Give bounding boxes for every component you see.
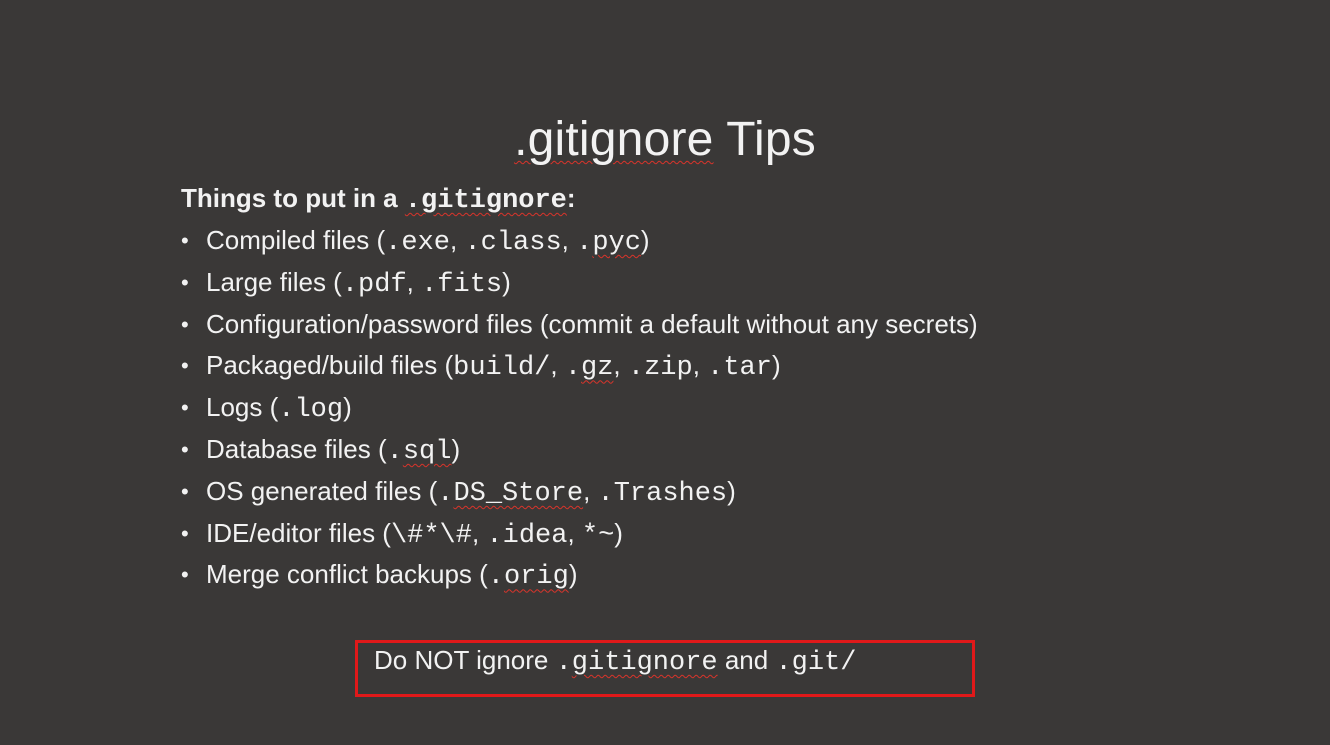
bullet-list: • Compiled files (.exe, .class, .pyc) • Lar…	[181, 220, 1181, 596]
bullet-icon: •	[181, 395, 189, 421]
code-text: .	[564, 353, 582, 384]
item-text: )	[614, 517, 623, 548]
bullet-icon: •	[181, 353, 189, 379]
item-text: )	[771, 350, 781, 381]
code-text: .	[487, 562, 504, 593]
item-text: )	[568, 559, 578, 590]
code-text: .log	[278, 395, 344, 426]
bullet-icon: •	[181, 478, 189, 504]
code-text: build/	[453, 353, 551, 384]
item-text: ,	[550, 350, 565, 381]
code-text: .fits	[421, 269, 503, 300]
list-heading: Things to put in a .gitignore:	[181, 178, 1181, 220]
list-item: • Large files (.pdf, .fits)	[181, 262, 1181, 304]
item-text: ,	[567, 517, 582, 548]
callout-box: Do NOT ignore .gitignore and .git/	[355, 640, 975, 697]
item-text: IDE/editor files (	[206, 517, 391, 548]
item-text: ,	[692, 350, 708, 381]
callout-code1-dot: .	[555, 648, 572, 678]
bullet-icon: •	[181, 269, 189, 295]
item-text: )	[502, 266, 511, 297]
list-item: • OS generated files (.DS_Store, .Trashes…	[181, 471, 1181, 513]
bullet-icon: •	[181, 228, 189, 253]
slide-title: .gitignore Tips	[0, 110, 1330, 170]
list-item: • Compiled files (.exe, .class, .pyc)	[181, 220, 1181, 262]
code-text: .pdf	[341, 269, 407, 300]
item-text: Database files (	[206, 433, 387, 464]
bullet-icon: •	[181, 520, 189, 546]
heading-code: .gitignore	[404, 186, 567, 216]
code-text: .exe	[385, 228, 450, 258]
callout-text: Do NOT ignore .gitignore and .git/	[374, 643, 856, 680]
item-text: ,	[471, 517, 487, 548]
code-text: *~	[581, 520, 615, 551]
item-text: )	[343, 392, 352, 423]
callout-code1-word: gitignore	[571, 648, 718, 678]
code-text: .	[437, 478, 454, 509]
code-text: .tar	[707, 353, 772, 384]
item-text: Large files (	[206, 266, 342, 297]
item-text: ,	[561, 225, 577, 255]
list-item: • Logs (.log)	[181, 387, 1181, 429]
item-text: Configuration/password files (commit a d…	[206, 308, 978, 339]
item-text: )	[727, 475, 736, 506]
item-text: Logs (	[206, 392, 279, 423]
callout-middle: and	[717, 645, 776, 675]
item-text: )	[451, 433, 461, 464]
title-rest: Tips	[713, 113, 816, 167]
list-item: • IDE/editor files (\#*\#, .idea, *~)	[181, 513, 1181, 555]
code-text: pyc	[592, 228, 641, 258]
code-text: .	[576, 228, 593, 258]
item-text: Compiled files (	[206, 225, 386, 255]
code-text: .	[386, 436, 403, 467]
bullet-icon: •	[181, 311, 189, 337]
code-text: DS_Store	[453, 478, 584, 509]
item-text: Packaged/build files (	[206, 350, 454, 381]
code-text: \#*\#	[390, 520, 472, 551]
bullet-icon: •	[181, 562, 189, 588]
callout-prefix: Do NOT ignore	[374, 645, 556, 675]
list-item: • Configuration/password files (commit a …	[181, 304, 1181, 346]
code-text: gz	[581, 353, 614, 384]
item-text: )	[640, 225, 650, 255]
code-text: sql	[402, 436, 452, 467]
list-item: • Merge conflict backups (.orig)	[181, 554, 1181, 596]
item-text: ,	[583, 475, 598, 506]
list-item: • Packaged/build files (build/, .gz, .zip…	[181, 345, 1181, 387]
code-text: .class	[464, 228, 562, 258]
item-text: ,	[449, 225, 465, 255]
heading-suffix: :	[566, 183, 576, 213]
heading-text: Things to put in a	[181, 183, 405, 213]
item-text: Merge conflict backups (	[206, 559, 488, 590]
slide-body: Things to put in a .gitignore: • Compiled…	[181, 178, 1181, 596]
code-text: orig	[504, 562, 569, 593]
bullet-icon: •	[181, 436, 189, 462]
code-text: .idea	[486, 520, 568, 551]
item-text: OS generated files (	[206, 475, 438, 506]
code-text: .Trashes	[597, 478, 728, 509]
code-text: .zip	[627, 353, 693, 384]
callout-code2: .git/	[775, 648, 857, 678]
item-text: ,	[406, 266, 422, 297]
list-item: • Database files (.sql)	[181, 429, 1181, 471]
item-text: ,	[613, 350, 628, 381]
title-code: .gitignore	[514, 113, 714, 167]
